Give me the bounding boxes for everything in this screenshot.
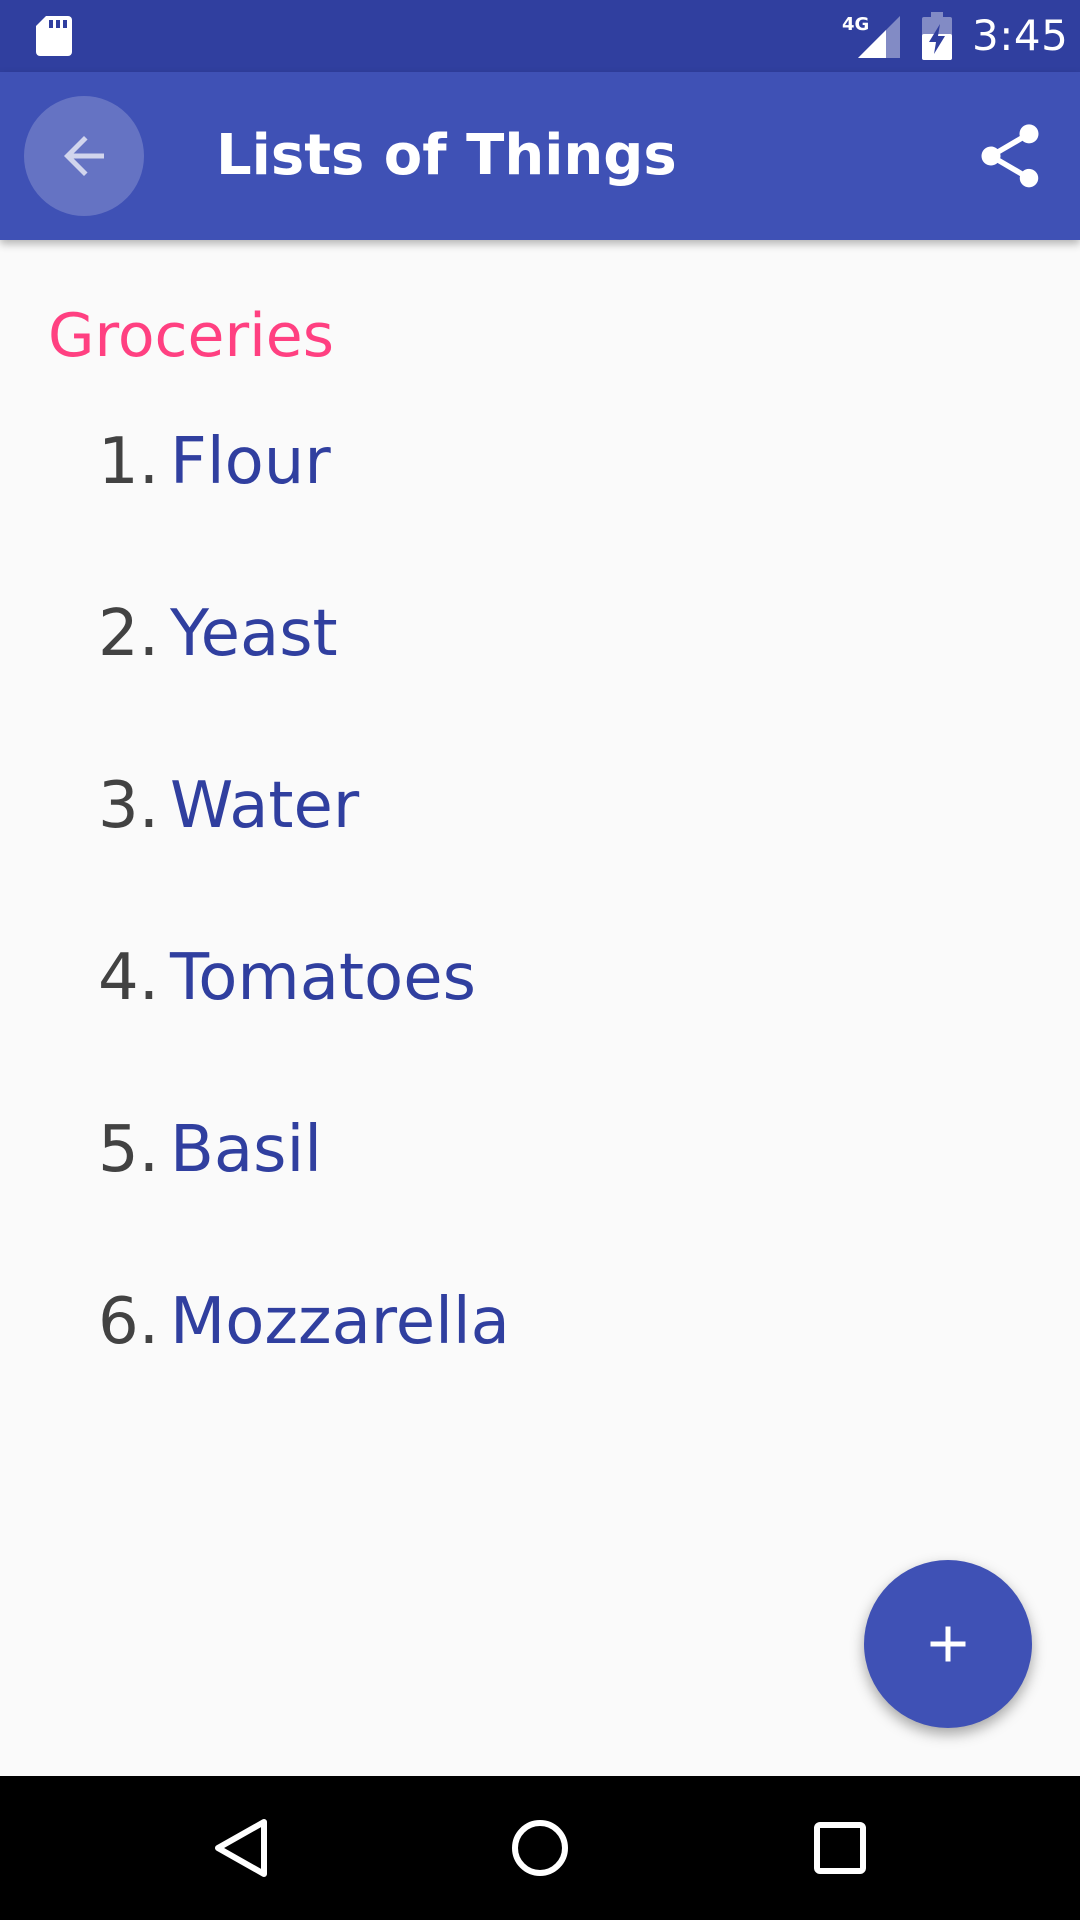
list-item-label: Mozzarella — [170, 1285, 510, 1359]
signal-icon: 4G — [842, 14, 900, 58]
list-item-label: Flour — [170, 425, 331, 499]
nav-recents-icon[interactable] — [804, 1812, 876, 1884]
list-item-number: 5. — [98, 1113, 160, 1187]
list-item[interactable]: 5. Basil — [0, 1110, 1080, 1282]
plus-icon — [930, 1626, 966, 1662]
list-item-number: 3. — [98, 769, 160, 843]
grocery-list: 1. Flour 2. Yeast 3. Water 4. Tomatoes 5… — [0, 422, 1080, 1454]
page-title: Lists of Things — [216, 123, 677, 188]
list-item[interactable]: 3. Water — [0, 766, 1080, 938]
list-item-number: 6. — [98, 1285, 160, 1359]
screen: 4G 3:45 Lists of Things Groceries 1. Flo… — [0, 0, 1080, 1920]
list-item-label: Basil — [170, 1113, 323, 1187]
arrow-back-icon — [64, 136, 104, 176]
add-item-button[interactable] — [864, 1560, 1032, 1728]
share-icon[interactable] — [972, 118, 1048, 194]
list-item[interactable]: 6. Mozzarella — [0, 1282, 1080, 1454]
nav-home-icon[interactable] — [504, 1812, 576, 1884]
system-nav-bar — [0, 1776, 1080, 1920]
content-area: Groceries 1. Flour 2. Yeast 3. Water 4. … — [0, 240, 1080, 1776]
list-item[interactable]: 2. Yeast — [0, 594, 1080, 766]
list-item[interactable]: 4. Tomatoes — [0, 938, 1080, 1110]
list-item-number: 1. — [98, 425, 160, 499]
list-item-number: 4. — [98, 941, 160, 1015]
list-item[interactable]: 1. Flour — [0, 422, 1080, 594]
status-bar: 4G 3:45 — [0, 0, 1080, 72]
list-item-label: Water — [170, 769, 360, 843]
list-item-label: Yeast — [170, 597, 338, 671]
back-button[interactable] — [24, 96, 144, 216]
list-item-number: 2. — [98, 597, 160, 671]
nav-back-icon[interactable] — [204, 1812, 276, 1884]
network-type-label: 4G — [842, 14, 869, 35]
list-heading: Groceries — [48, 301, 334, 371]
app-bar: Lists of Things — [0, 72, 1080, 240]
sd-card-icon — [36, 16, 72, 56]
list-item-label: Tomatoes — [170, 941, 476, 1015]
status-time: 3:45 — [972, 11, 1069, 60]
battery-charging-icon — [922, 12, 952, 60]
